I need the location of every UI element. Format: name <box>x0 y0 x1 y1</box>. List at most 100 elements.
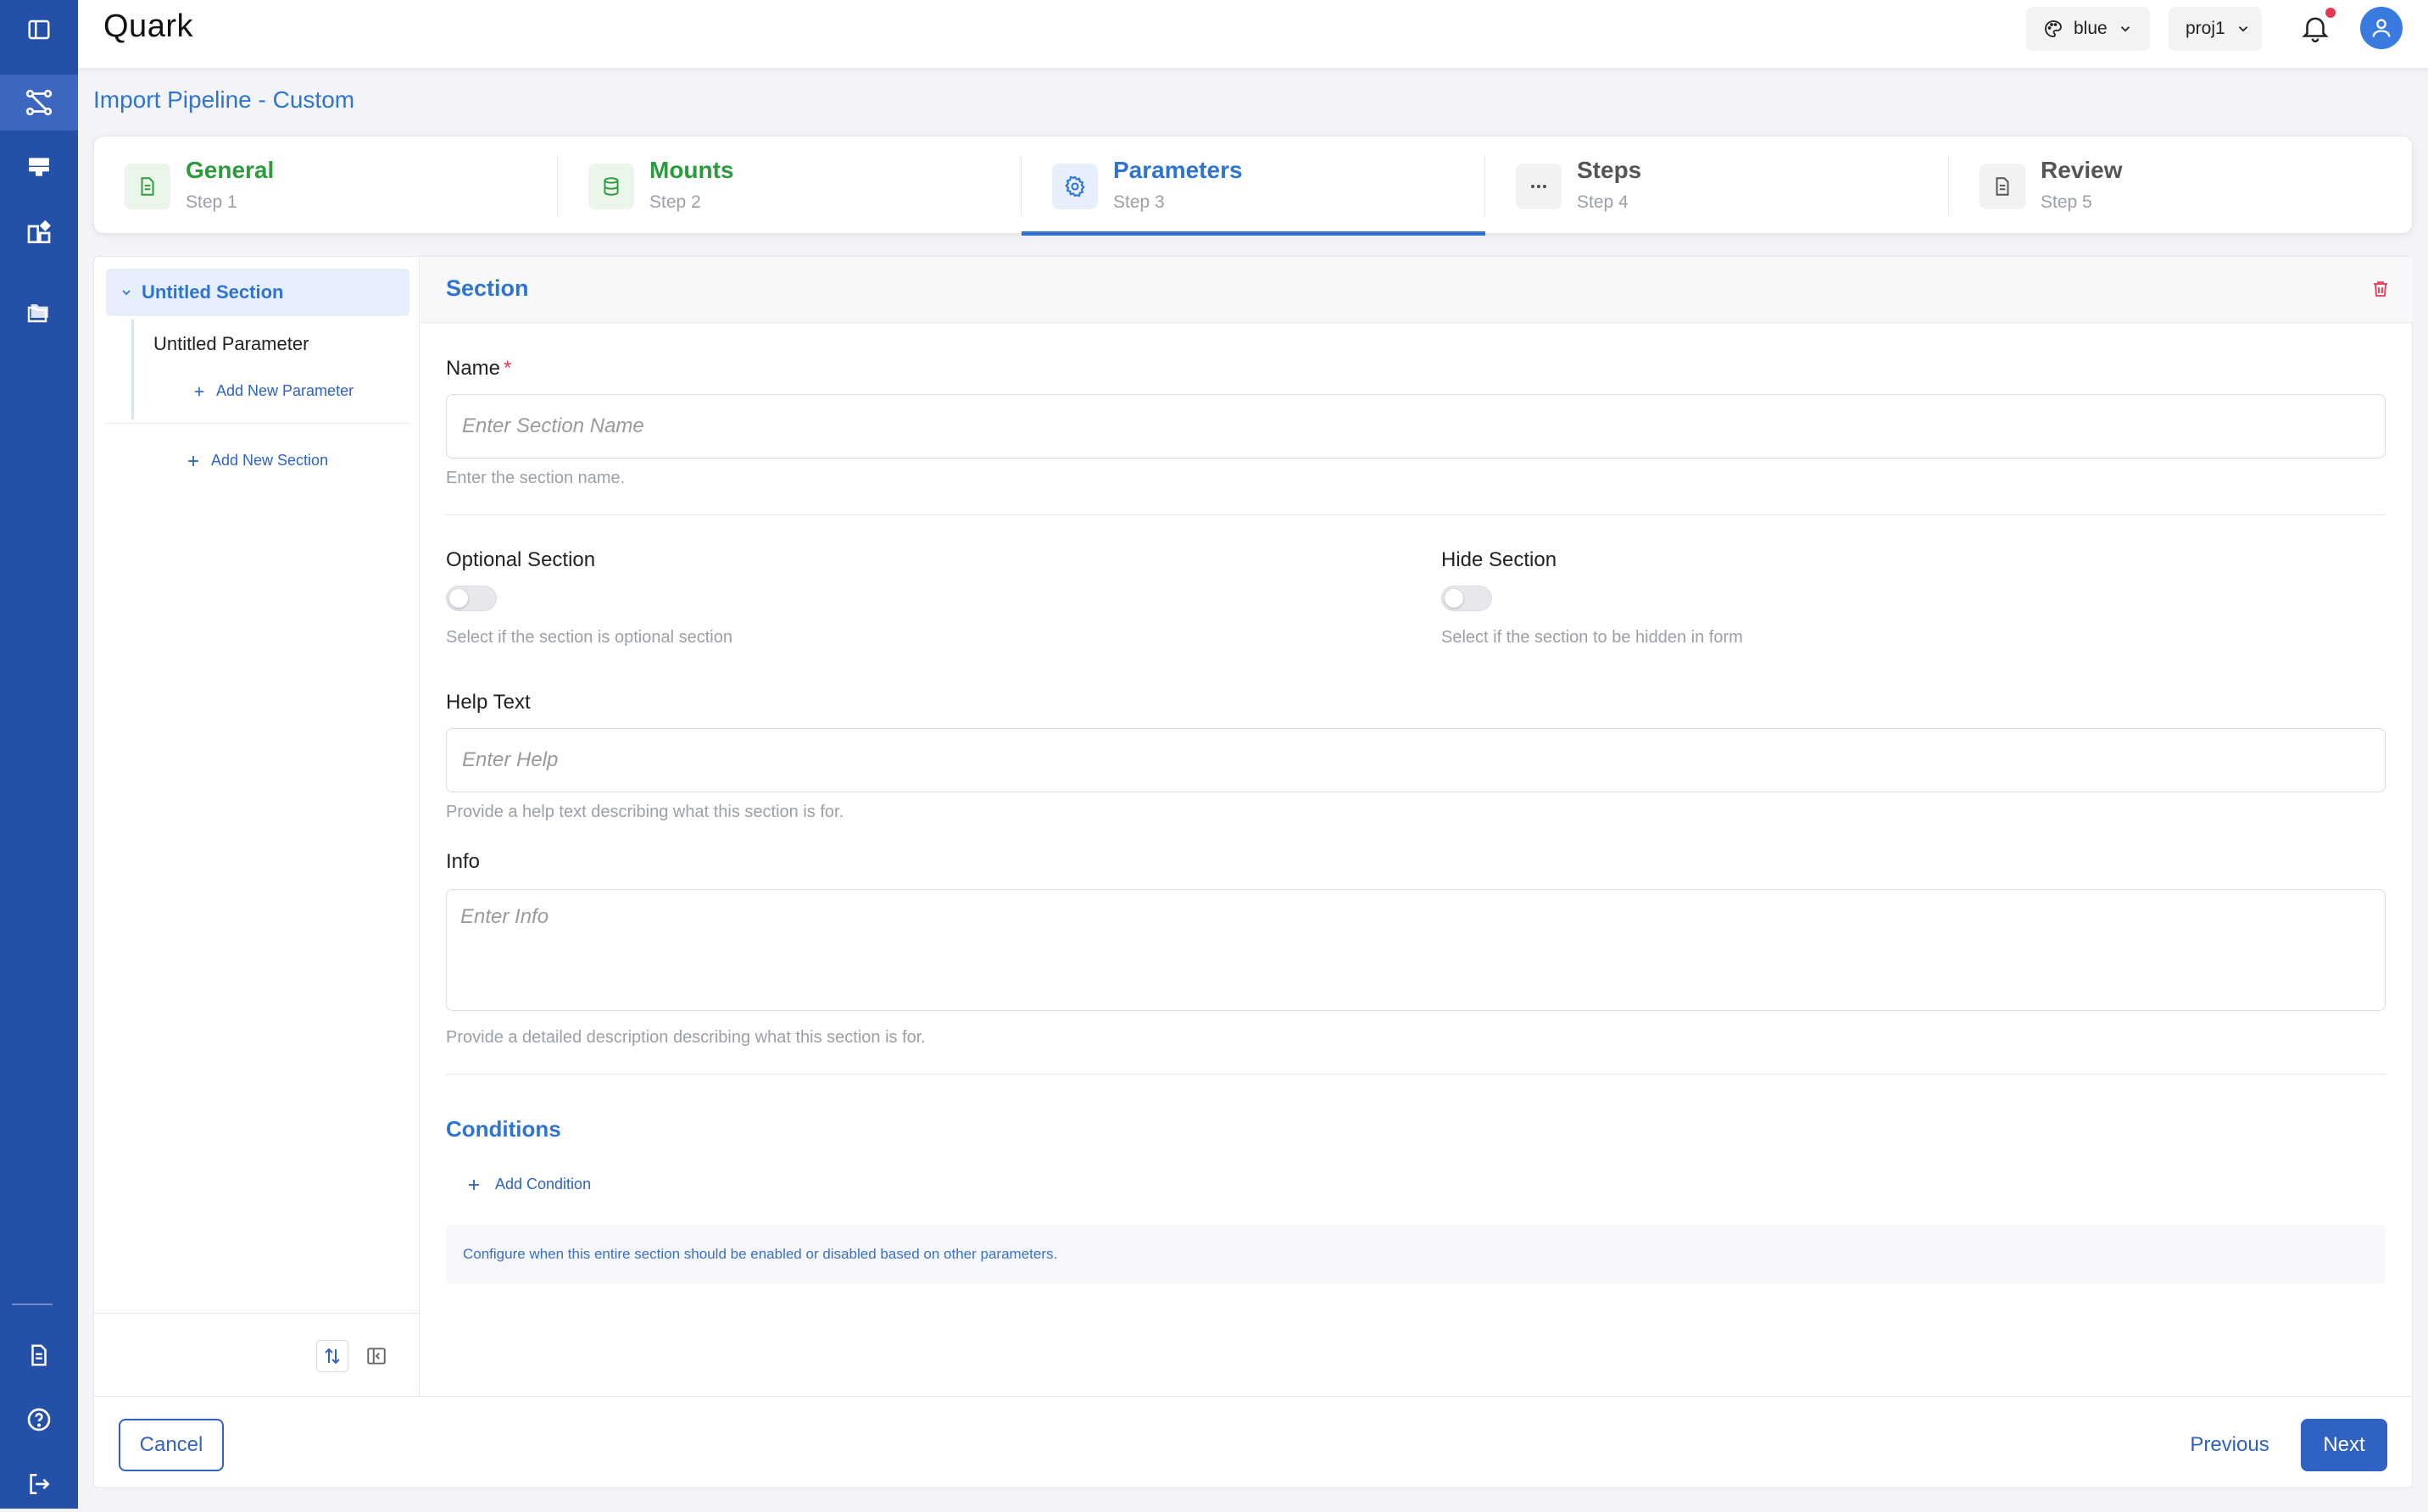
optional-section-hint: Select if the section is optional sectio… <box>446 628 732 647</box>
sidebar-toggle-button[interactable] <box>0 2 78 58</box>
previous-button[interactable]: Previous <box>2179 1419 2280 1471</box>
server-icon <box>29 158 49 176</box>
hide-section-hint: Select if the section to be hidden in fo… <box>1441 628 1743 647</box>
nav-docs[interactable] <box>0 1327 78 1383</box>
toggle-knob <box>1445 589 1463 608</box>
step-subtitle: Step 2 <box>649 192 701 212</box>
add-condition-button[interactable]: Add Condition <box>466 1176 591 1193</box>
required-mark: * <box>504 357 512 380</box>
step-mounts[interactable]: Mounts Step 2 <box>558 136 1022 235</box>
active-step-indicator <box>1022 231 1485 236</box>
step-subtitle: Step 4 <box>1577 192 1629 212</box>
theme-selector[interactable]: blue <box>2026 7 2150 51</box>
top-bar: Quark blue proj1 <box>78 0 2428 68</box>
form-title: Section <box>446 275 529 301</box>
tree-indent-line <box>131 320 134 420</box>
info-label: Info <box>446 850 481 873</box>
conditions-info-box: Configure when this entire section shoul… <box>446 1225 2386 1284</box>
step-steps[interactable]: Steps Step 4 <box>1485 136 1949 235</box>
next-button[interactable]: Next <box>2301 1419 2387 1471</box>
cancel-button[interactable]: Cancel <box>119 1419 224 1471</box>
nav-help[interactable] <box>0 1392 78 1448</box>
step-icon-box <box>1980 164 2025 209</box>
step-icon-box <box>1516 164 1562 209</box>
step-icon-box <box>1052 164 1098 209</box>
document-icon <box>1996 177 2009 196</box>
step-title: Parameters <box>1113 157 1243 183</box>
step-subtitle: Step 3 <box>1113 192 1165 212</box>
form-divider <box>446 514 2386 515</box>
hide-section-toggle[interactable] <box>1441 586 1492 611</box>
optional-section-label: Optional Section <box>446 548 596 571</box>
hide-section-label: Hide Section <box>1441 548 1557 571</box>
step-title: Steps <box>1577 157 1642 183</box>
rail-divider <box>12 1304 53 1305</box>
step-icon-box <box>588 164 634 209</box>
trash-icon <box>2374 281 2387 297</box>
step-title: General <box>186 157 275 183</box>
step-title: Review <box>2041 157 2123 183</box>
chevron-down-icon <box>122 290 131 296</box>
add-section-label: Add New Section <box>211 452 329 469</box>
add-section-button[interactable]: Add New Section <box>186 452 328 470</box>
tree-footer-divider <box>94 1313 420 1314</box>
help-text-label: Help Text <box>446 691 531 714</box>
section-tree: Untitled Section Untitled Parameter Add … <box>94 257 420 1396</box>
user-icon <box>2372 19 2391 37</box>
nav-servers[interactable] <box>0 139 78 195</box>
tree-parameter-item[interactable]: Untitled Parameter <box>153 333 309 355</box>
chevron-down-icon <box>2238 26 2247 32</box>
step-subtitle: Step 1 <box>186 192 237 212</box>
section-name-input[interactable] <box>446 394 2386 459</box>
plus-icon <box>188 455 198 466</box>
plus-icon <box>469 1179 479 1190</box>
sidebar-toggle-icon <box>28 19 50 40</box>
user-avatar[interactable] <box>2360 7 2403 49</box>
nav-widgets[interactable] <box>0 205 78 261</box>
info-hint: Provide a detailed description describin… <box>446 1028 926 1047</box>
editor-panel: Untitled Section Untitled Parameter Add … <box>93 256 2413 1488</box>
toggle-knob <box>449 589 468 608</box>
nav-logout[interactable] <box>0 1456 78 1512</box>
help-text-input[interactable] <box>446 728 2386 792</box>
app-brand: Quark <box>103 8 193 44</box>
section-form: Section Name* Enter the section name. Op… <box>420 257 2413 1396</box>
project-selector[interactable]: proj1 <box>2169 7 2262 51</box>
notification-badge <box>2325 8 2336 18</box>
conditions-title: Conditions <box>446 1116 561 1142</box>
optional-section-toggle[interactable] <box>446 586 497 611</box>
step-parameters[interactable]: Parameters Step 3 <box>1022 136 1485 236</box>
step-review[interactable]: Review Step 5 <box>1949 136 2413 235</box>
reorder-button[interactable] <box>316 1340 348 1372</box>
collapse-panel-button[interactable] <box>360 1340 393 1372</box>
left-nav-rail <box>0 0 78 1509</box>
step-general[interactable]: General Step 1 <box>94 136 558 235</box>
delete-section-button[interactable] <box>2370 279 2391 299</box>
form-header: Section <box>420 257 2413 323</box>
nav-pipelines[interactable] <box>0 75 78 131</box>
chevron-down-icon <box>2120 26 2130 32</box>
form-divider <box>446 1074 2386 1075</box>
tree-divider <box>106 423 409 424</box>
step-icon-box <box>125 164 170 209</box>
page-title: Import Pipeline - Custom <box>93 86 355 113</box>
info-textarea[interactable] <box>446 889 2386 1011</box>
collapse-left-icon <box>367 1348 386 1365</box>
document-icon <box>141 177 154 196</box>
database-icon <box>604 177 619 196</box>
tree-section-item[interactable]: Untitled Section <box>106 269 409 316</box>
pipeline-icon <box>25 89 53 116</box>
palette-icon <box>2045 20 2062 37</box>
step-subtitle: Step 5 <box>2041 192 2092 212</box>
add-parameter-button[interactable]: Add New Parameter <box>192 382 354 400</box>
step-title: Mounts <box>649 157 734 183</box>
logout-icon <box>30 1474 50 1494</box>
nav-files[interactable] <box>0 283 78 339</box>
document-icon <box>31 1344 47 1366</box>
name-hint: Enter the section name. <box>446 469 626 487</box>
project-label: proj1 <box>2186 19 2225 38</box>
widgets-icon <box>27 220 51 243</box>
plus-icon <box>194 386 204 396</box>
add-parameter-label: Add New Parameter <box>216 382 354 399</box>
add-condition-label: Add Condition <box>495 1176 592 1192</box>
